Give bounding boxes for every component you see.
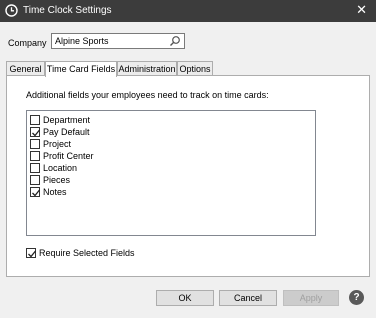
tab-panel: Additional fields your employees need to… — [6, 75, 370, 277]
apply-button[interactable]: Apply — [283, 290, 339, 306]
tab-administration[interactable]: Administration — [117, 61, 177, 76]
list-item-label: Location — [43, 163, 78, 173]
cancel-button[interactable]: Cancel — [219, 290, 277, 306]
ok-button[interactable]: OK — [156, 290, 214, 306]
list-item-label: Profit Center — [43, 151, 94, 161]
company-field[interactable]: Alpine Sports — [51, 33, 185, 49]
checkbox[interactable] — [30, 151, 40, 161]
help-icon[interactable]: ? — [349, 290, 364, 305]
checkbox[interactable] — [30, 139, 40, 149]
tab-general[interactable]: General — [6, 61, 45, 76]
checkbox[interactable] — [30, 163, 40, 173]
checkbox[interactable] — [30, 187, 41, 197]
title-bar: Time Clock Settings ✕ — [0, 0, 376, 22]
list-item-label: Department — [43, 115, 91, 125]
company-label: Company — [8, 38, 47, 48]
company-value: Alpine Sports — [55, 36, 109, 46]
fields-listbox[interactable]: Department Pay Default Project Profit Ce… — [26, 110, 316, 236]
list-item-label: Pieces — [43, 175, 71, 185]
tab-options[interactable]: Options — [177, 61, 213, 76]
list-item-label: Pay Default — [43, 127, 90, 137]
window-title: Time Clock Settings — [23, 5, 112, 16]
checkmark-icon — [28, 250, 37, 258]
search-icon[interactable] — [169, 35, 181, 47]
list-item-label: Notes — [43, 187, 67, 197]
checkmark-icon — [32, 189, 41, 197]
checkmark-icon — [32, 129, 41, 137]
checkbox[interactable] — [30, 175, 40, 185]
clock-icon — [5, 4, 18, 17]
close-icon[interactable]: ✕ — [356, 3, 367, 17]
require-selected-checkbox[interactable] — [26, 248, 37, 258]
tab-time-card-fields[interactable]: Time Card Fields — [45, 61, 117, 77]
list-item-label: Project — [43, 139, 72, 149]
checkbox[interactable] — [30, 127, 41, 137]
require-selected-label: Require Selected Fields — [39, 248, 135, 258]
panel-description: Additional fields your employees need to… — [26, 90, 269, 100]
checkbox[interactable] — [30, 115, 40, 125]
